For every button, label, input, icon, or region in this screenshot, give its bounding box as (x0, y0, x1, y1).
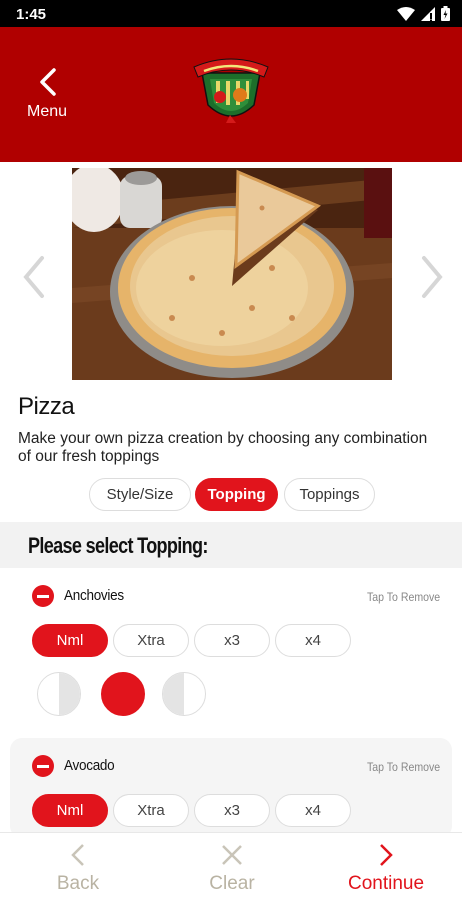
tab-topping[interactable]: Topping (195, 478, 278, 511)
menu-back-button[interactable]: Menu (20, 67, 74, 127)
section-heading: Please select Topping: (28, 533, 208, 558)
status-time: 1:45 (16, 6, 47, 23)
carousel-prev-button[interactable] (18, 252, 48, 302)
back-button[interactable]: Back (18, 839, 138, 899)
continue-button[interactable]: Continue (326, 839, 446, 899)
whole-portion-button[interactable] (101, 672, 145, 716)
product-image (72, 168, 392, 380)
portion-selector (10, 672, 452, 720)
close-icon (222, 845, 242, 865)
amount-xtra-button[interactable]: Xtra (113, 794, 189, 827)
tab-toppings[interactable]: Toppings (284, 478, 375, 511)
bottom-action-bar: Back Clear Continue (0, 832, 462, 900)
status-icons (397, 6, 450, 26)
app-header: Menu (0, 27, 462, 162)
chevron-right-icon (422, 256, 443, 298)
section-header: Please select Topping: (0, 522, 462, 568)
chevron-left-icon (71, 844, 84, 866)
amount-xtra-button[interactable]: Xtra (113, 624, 189, 657)
product-description: Make your own pizza creation by choosing… (18, 430, 428, 465)
signal-icon (421, 6, 435, 26)
clear-button[interactable]: Clear (172, 839, 292, 899)
wifi-icon (397, 6, 415, 26)
battery-icon (441, 6, 450, 26)
continue-label: Continue (347, 873, 425, 894)
status-bar: 1:45 (0, 0, 462, 27)
amount-nml-button[interactable]: Nml (32, 624, 108, 657)
left-half-icon (59, 673, 80, 715)
chevron-right-icon (380, 844, 393, 866)
tap-to-remove-label[interactable]: Tap To Remove (367, 590, 440, 604)
tab-style-size[interactable]: Style/Size (89, 478, 191, 511)
amount-x4-button[interactable]: x4 (275, 794, 351, 827)
topping-card-avocado: Avocado Tap To Remove Nml Xtra x3 x4 (10, 738, 452, 838)
remove-topping-icon[interactable] (32, 755, 54, 777)
product-title: Pizza (18, 393, 75, 420)
right-half-portion-button[interactable] (162, 672, 206, 716)
amount-x3-button[interactable]: x3 (194, 624, 270, 657)
topping-card-anchovies: Anchovies Tap To Remove Nml Xtra x3 x4 (10, 576, 452, 726)
right-half-icon (163, 673, 184, 715)
remove-topping-icon[interactable] (32, 585, 54, 607)
topping-name: Avocado (64, 757, 115, 774)
carousel-next-button[interactable] (418, 252, 448, 302)
chevron-left-icon (40, 68, 56, 96)
chevron-left-icon (23, 256, 44, 298)
brand-logo (190, 57, 272, 131)
amount-x4-button[interactable]: x4 (275, 624, 351, 657)
menu-back-label: Menu (26, 103, 68, 120)
left-half-portion-button[interactable] (37, 672, 81, 716)
amount-nml-button[interactable]: Nml (32, 794, 108, 827)
clear-label: Clear (209, 873, 255, 894)
amount-x3-button[interactable]: x3 (194, 794, 270, 827)
tap-to-remove-label[interactable]: Tap To Remove (367, 760, 440, 774)
topping-name: Anchovies (64, 587, 124, 604)
back-label: Back (56, 873, 100, 894)
